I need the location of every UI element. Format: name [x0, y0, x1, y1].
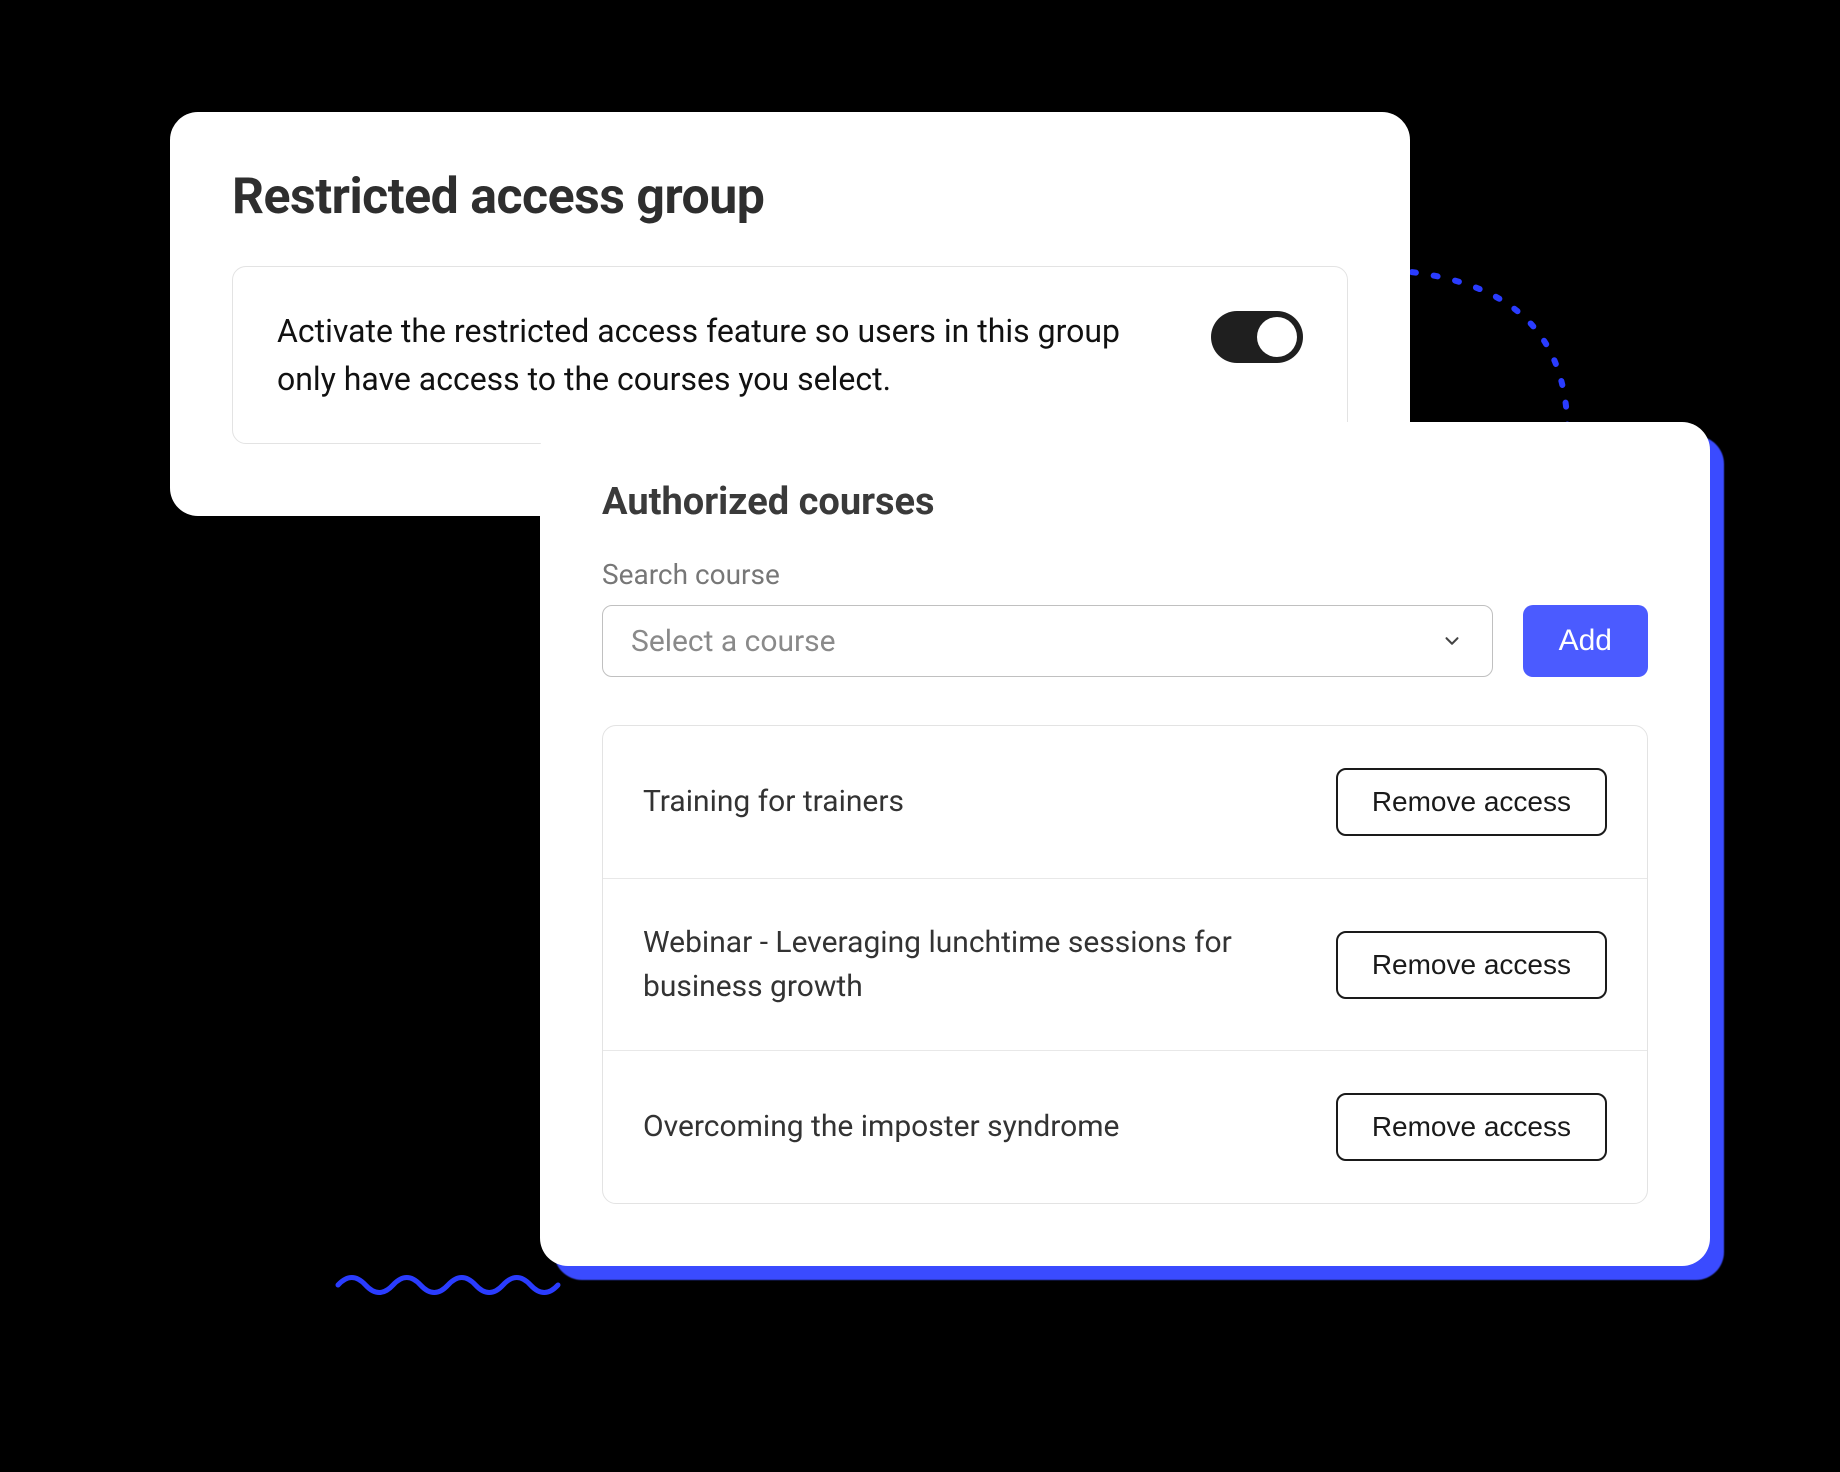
course-row: Training for trainers Remove access — [603, 726, 1647, 878]
authorized-courses-card: Authorized courses Search course Select … — [540, 422, 1710, 1266]
toggle-knob — [1257, 317, 1297, 357]
authorized-course-list: Training for trainers Remove access Webi… — [602, 725, 1648, 1204]
restricted-access-title: Restricted access group — [232, 168, 1348, 226]
decorative-wavy-line — [338, 1270, 558, 1300]
select-course-dropdown[interactable]: Select a course — [602, 605, 1493, 677]
authorized-courses-title: Authorized courses — [602, 480, 1648, 524]
course-name: Overcoming the imposter syndrome — [643, 1105, 1119, 1149]
remove-access-button[interactable]: Remove access — [1336, 1093, 1607, 1161]
restricted-access-toggle[interactable] — [1211, 311, 1303, 363]
select-course-placeholder: Select a course — [631, 624, 836, 659]
search-row: Select a course Add — [602, 605, 1648, 677]
chevron-down-icon — [1440, 629, 1464, 653]
course-name: Webinar - Leveraging lunchtime sessions … — [643, 921, 1263, 1008]
add-button[interactable]: Add — [1523, 605, 1648, 677]
course-row: Overcoming the imposter syndrome Remove … — [603, 1050, 1647, 1203]
search-course-label: Search course — [602, 558, 1648, 591]
course-row: Webinar - Leveraging lunchtime sessions … — [603, 878, 1647, 1050]
remove-access-button[interactable]: Remove access — [1336, 931, 1607, 999]
remove-access-button[interactable]: Remove access — [1336, 768, 1607, 836]
restricted-access-description: Activate the restricted access feature s… — [277, 307, 1171, 403]
course-name: Training for trainers — [643, 780, 904, 824]
restricted-access-row: Activate the restricted access feature s… — [232, 266, 1348, 444]
